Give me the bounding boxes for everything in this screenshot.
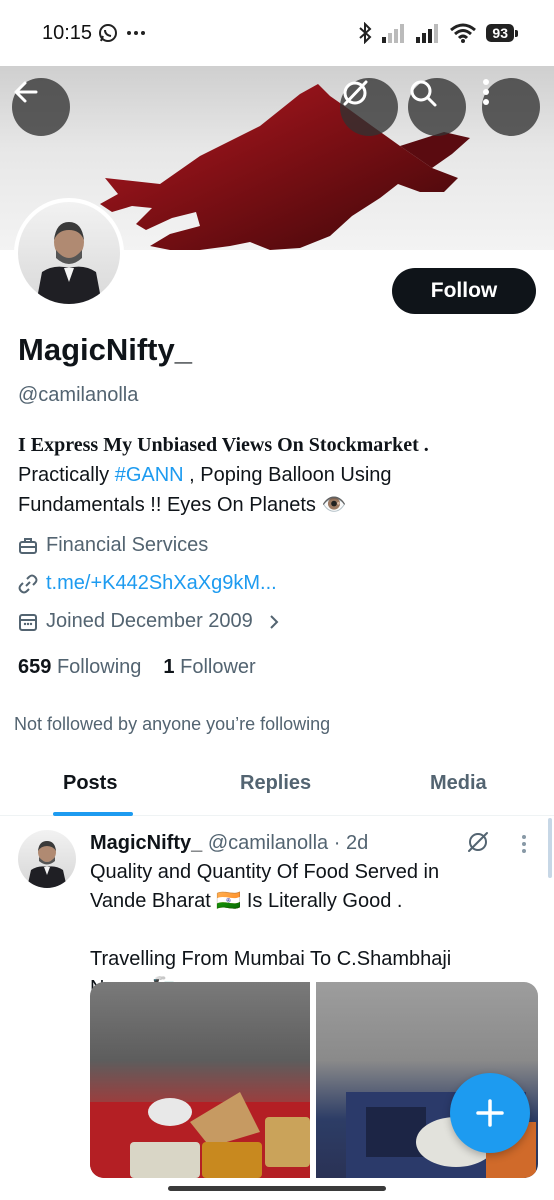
status-time: 10:15	[42, 22, 93, 44]
search-button[interactable]	[408, 78, 466, 136]
profile-handle: @camilanolla	[18, 384, 139, 406]
bio-text: , Poping Balloon Using	[183, 464, 392, 486]
search-icon	[410, 80, 437, 107]
grok-button[interactable]	[340, 78, 398, 136]
tab-media[interactable]: Media	[430, 772, 487, 795]
followers-link[interactable]: 1 Follower	[163, 656, 255, 679]
whatsapp-icon	[99, 24, 117, 42]
bio-line-2: Practically #GANN , Poping Balloon Using	[18, 460, 538, 490]
plus-icon	[476, 1099, 504, 1127]
display-name: MagicNifty_	[18, 332, 192, 367]
more-vertical-icon[interactable]	[521, 834, 527, 854]
profile-link-text[interactable]: t.me/+K442ShXaXg9kM...	[46, 572, 277, 595]
profile-category: Financial Services	[18, 534, 208, 557]
bio-text: Practically	[18, 464, 115, 486]
tweet-line: Vande Bharat 🇮🇳 Is Literally Good .	[90, 890, 403, 912]
bluetooth-icon	[359, 22, 372, 44]
tweet-author-photo	[27, 841, 67, 888]
bio-line-3: Fundamentals !! Eyes On Planets 👁️	[18, 494, 347, 516]
profile-tabs: Posts Replies Media	[0, 758, 554, 816]
profile-link[interactable]: t.me/+K442ShXaXg9kM...	[18, 572, 277, 595]
more-options-button[interactable]	[482, 78, 540, 136]
tweet-avatar[interactable]	[18, 830, 76, 888]
joined-date: Joined December 2009	[46, 610, 253, 632]
following-link[interactable]: 659 Following	[18, 656, 141, 679]
calendar-icon	[19, 613, 37, 631]
profile-avatar[interactable]	[14, 198, 124, 308]
tweet-header: MagicNifty_ @camilanolla · 2d	[90, 832, 368, 855]
scrollbar[interactable]	[548, 818, 552, 878]
more-dots-icon	[127, 31, 145, 35]
tweet-line: Quality and Quantity Of Food Served in	[90, 861, 440, 883]
link-icon	[18, 574, 38, 593]
bio-line-1: I Express My Unbiased Views On Stockmark…	[18, 434, 429, 456]
tab-posts[interactable]: Posts	[63, 772, 117, 795]
grok-icon	[343, 80, 368, 106]
not-followed-notice: Not followed by anyone you’re following	[14, 714, 331, 734]
profile-photo	[36, 222, 102, 304]
status-bar: 10:15 93	[0, 0, 554, 66]
briefcase-icon	[19, 537, 37, 554]
compose-button[interactable]	[450, 1073, 530, 1153]
tweet-author-handle[interactable]: @camilanolla	[208, 832, 328, 854]
tweet-media-image-1[interactable]	[90, 982, 310, 1178]
wifi-icon	[450, 23, 477, 43]
arrow-left-icon	[14, 81, 38, 103]
home-indicator[interactable]	[168, 1186, 386, 1191]
followers-label: Follower	[180, 656, 256, 678]
grok-icon[interactable]	[466, 830, 490, 854]
tab-replies[interactable]: Replies	[240, 772, 311, 795]
category-label: Financial Services	[46, 534, 209, 556]
following-count: 659	[18, 656, 52, 678]
signal-icon	[382, 24, 405, 43]
joined-date-row[interactable]: Joined December 2009	[18, 610, 281, 633]
status-left-icons	[98, 23, 146, 43]
tweet-separator: ·	[333, 832, 341, 854]
tweet-line: Travelling From Mumbai To C.Shambhaji	[90, 948, 452, 970]
hashtag-link[interactable]: #GANN	[115, 464, 184, 486]
status-right-icons: 93	[358, 22, 518, 44]
signal-icon	[416, 24, 439, 43]
back-button[interactable]	[12, 78, 70, 136]
food-tray-image	[90, 1092, 310, 1178]
follow-button[interactable]: Follow	[392, 268, 536, 314]
followers-count: 1	[163, 656, 175, 678]
chevron-right-icon	[270, 614, 279, 629]
profile-bio: I Express My Unbiased Views On Stockmark…	[18, 430, 538, 520]
tweet-author-name[interactable]: MagicNifty_	[90, 832, 202, 854]
more-vertical-icon	[483, 79, 489, 105]
tweet-time[interactable]: 2d	[346, 832, 368, 854]
following-label: Following	[56, 656, 142, 678]
follow-counts: 659 Following 1 Follower	[18, 656, 256, 679]
battery-icon: 93	[486, 24, 518, 42]
